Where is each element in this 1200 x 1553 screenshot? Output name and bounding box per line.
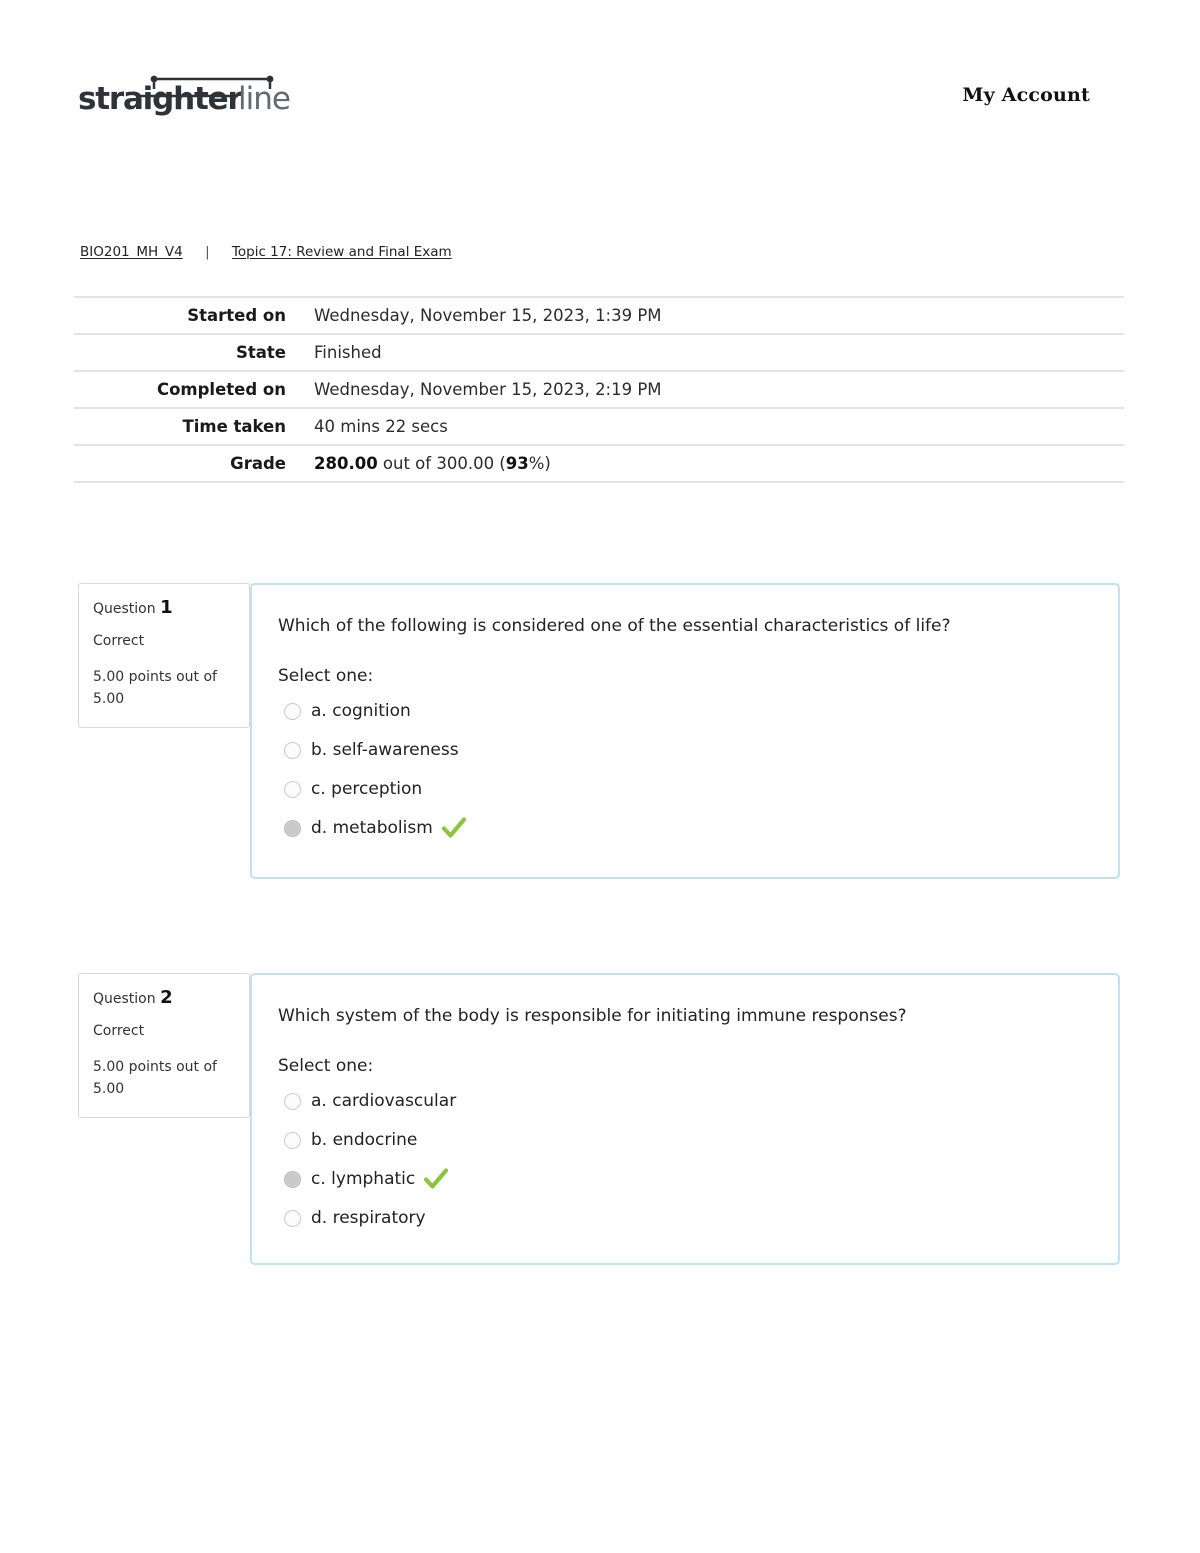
radio-icon-selected[interactable] bbox=[284, 1170, 301, 1188]
radio-icon[interactable] bbox=[284, 741, 301, 759]
question-points-1: 5.00 points out of 5.00 bbox=[93, 669, 217, 707]
correct-check-icon bbox=[424, 1168, 449, 1190]
radio-icon[interactable] bbox=[284, 780, 301, 798]
table-row: Started on Wednesday, November 15, 2023,… bbox=[74, 297, 1124, 334]
question-text-1: Which of the following is considered one… bbox=[278, 616, 951, 636]
grade-middle-text: out of 300.00 ( bbox=[377, 454, 506, 473]
summary-value-started-on: Wednesday, November 15, 2023, 1:39 PM bbox=[314, 306, 662, 325]
answer-label: c. lymphatic bbox=[311, 1169, 416, 1190]
answer-label: d. respiratory bbox=[311, 1208, 426, 1229]
straighterline-logo[interactable]: straighter line bbox=[78, 72, 314, 120]
answer-option-1c[interactable]: c. perception bbox=[284, 770, 1118, 809]
table-row: Grade 280.00 out of 300.00 (93%) bbox=[74, 445, 1124, 482]
breadcrumb-course-link[interactable]: BIO201_MH_V4 bbox=[80, 244, 183, 260]
summary-label-started-on: Started on bbox=[187, 306, 286, 325]
table-row: Time taken 40 mins 22 secs bbox=[74, 408, 1124, 445]
question-card-2: Which system of the body is responsible … bbox=[250, 973, 1120, 1265]
answer-list-2: a. cardiovascular b. endocrine c. lympha… bbox=[252, 1082, 1118, 1238]
question-number-2: Question 2 bbox=[93, 988, 235, 1008]
question-info-box-1: Question 1 Correct 5.00 points out of 5.… bbox=[78, 583, 250, 728]
question-number-value: 2 bbox=[160, 987, 173, 1008]
attempt-summary-table: Started on Wednesday, November 15, 2023,… bbox=[74, 296, 1124, 483]
question-number-prefix: Question bbox=[93, 601, 161, 617]
question-card-1: Which of the following is considered one… bbox=[250, 583, 1120, 879]
breadcrumb: BIO201_MH_V4 | Topic 17: Review and Fina… bbox=[80, 244, 452, 260]
answer-option-1a[interactable]: a. cognition bbox=[284, 692, 1118, 731]
page-header: straighter line My Account bbox=[0, 0, 1200, 120]
select-one-prompt-2: Select one: bbox=[278, 1055, 374, 1076]
my-account-link[interactable]: My Account bbox=[962, 84, 1090, 106]
answer-label: c. perception bbox=[311, 779, 423, 800]
question-text-2: Which system of the body is responsible … bbox=[278, 1006, 907, 1026]
table-row: Completed on Wednesday, November 15, 202… bbox=[74, 371, 1124, 408]
summary-label-state: State bbox=[236, 343, 286, 362]
answer-option-1b[interactable]: b. self-awareness bbox=[284, 731, 1118, 770]
radio-icon[interactable] bbox=[284, 702, 301, 720]
radio-icon[interactable] bbox=[284, 1092, 301, 1110]
summary-value-state: Finished bbox=[314, 343, 382, 362]
answer-option-2d[interactable]: d. respiratory bbox=[284, 1199, 1118, 1238]
question-points-2: 5.00 points out of 5.00 bbox=[93, 1059, 217, 1097]
answer-list-1: a. cognition b. self-awareness c. percep… bbox=[252, 692, 1118, 848]
grade-percent: 93 bbox=[505, 454, 529, 473]
answer-option-2c[interactable]: c. lymphatic bbox=[284, 1160, 1118, 1199]
question-number-value: 1 bbox=[160, 597, 173, 618]
question-info-box-2: Question 2 Correct 5.00 points out of 5.… bbox=[78, 973, 250, 1118]
table-row: State Finished bbox=[74, 334, 1124, 371]
summary-value-completed-on: Wednesday, November 15, 2023, 2:19 PM bbox=[314, 380, 662, 399]
summary-value-grade: 280.00 out of 300.00 (93%) bbox=[300, 445, 1124, 482]
question-number-prefix: Question bbox=[93, 991, 161, 1007]
radio-icon-selected[interactable] bbox=[284, 819, 301, 837]
svg-text:straighter: straighter bbox=[78, 81, 243, 117]
answer-label: d. metabolism bbox=[311, 818, 433, 839]
answer-option-2b[interactable]: b. endocrine bbox=[284, 1121, 1118, 1160]
question-state-2: Correct bbox=[93, 1022, 145, 1039]
summary-label-grade: Grade bbox=[230, 454, 286, 473]
question-state-1: Correct bbox=[93, 632, 145, 649]
breadcrumb-topic-link[interactable]: Topic 17: Review and Final Exam bbox=[232, 244, 452, 260]
correct-check-icon bbox=[441, 817, 466, 839]
answer-option-1d[interactable]: d. metabolism bbox=[284, 809, 1118, 848]
select-one-prompt-1: Select one: bbox=[278, 665, 374, 686]
radio-icon[interactable] bbox=[284, 1131, 301, 1149]
answer-label: a. cardiovascular bbox=[311, 1091, 457, 1112]
grade-suffix: %) bbox=[528, 454, 551, 473]
summary-value-time-taken: 40 mins 22 secs bbox=[314, 417, 448, 436]
svg-text:line: line bbox=[238, 81, 290, 117]
breadcrumb-separator: | bbox=[205, 244, 210, 260]
answer-option-2a[interactable]: a. cardiovascular bbox=[284, 1082, 1118, 1121]
radio-icon[interactable] bbox=[284, 1209, 301, 1227]
answer-label: b. self-awareness bbox=[311, 740, 459, 761]
answer-label: a. cognition bbox=[311, 701, 411, 722]
answer-label: b. endocrine bbox=[311, 1130, 418, 1151]
summary-label-completed-on: Completed on bbox=[156, 380, 286, 399]
grade-earned: 280.00 bbox=[314, 454, 378, 473]
summary-label-time-taken: Time taken bbox=[182, 417, 286, 436]
question-number-1: Question 1 bbox=[93, 598, 235, 618]
